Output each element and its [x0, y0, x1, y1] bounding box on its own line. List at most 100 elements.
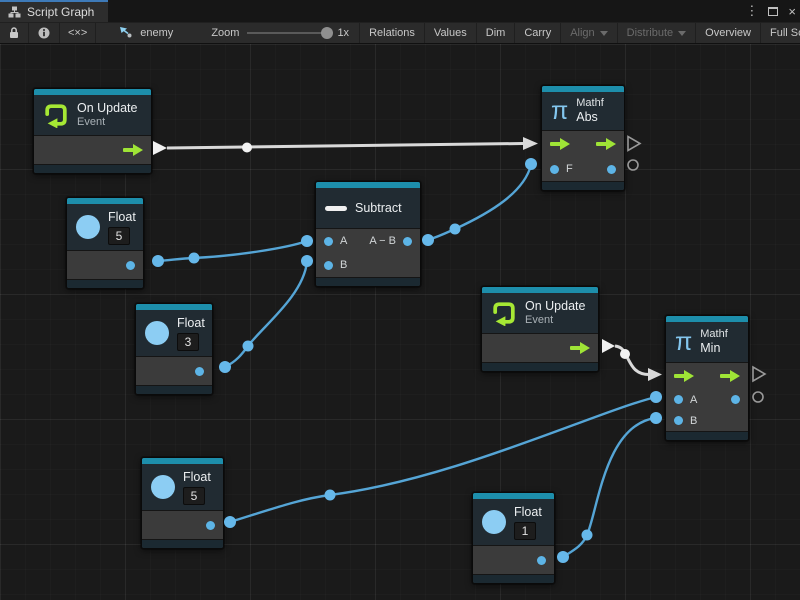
value-in-port-f[interactable]	[550, 165, 559, 174]
distribute-button[interactable]: Distribute	[617, 23, 695, 43]
port-label-b: B	[690, 415, 697, 427]
flow-out-port[interactable]	[123, 144, 143, 156]
tab-title: Script Graph	[27, 5, 94, 19]
flow-in-port[interactable]	[674, 370, 694, 382]
wire-float3-to-subtract-b[interactable]	[219, 255, 313, 373]
zoom-slider[interactable]	[247, 32, 329, 34]
flow-out-port[interactable]	[720, 370, 740, 382]
code-view-button[interactable]: <×>	[60, 23, 96, 43]
align-button[interactable]: Align	[560, 23, 616, 43]
value-out-port[interactable]	[537, 556, 546, 565]
value-in-port-a[interactable]	[674, 395, 683, 404]
abs-unconnected-flow-marker	[628, 137, 640, 151]
mathf-pi-icon: π	[551, 99, 568, 123]
node-mathf-min[interactable]: π Mathf Min A	[665, 315, 749, 441]
node-float-1[interactable]: Float 1	[472, 492, 555, 584]
flow-out-port[interactable]	[596, 138, 616, 150]
value-out-port[interactable]	[126, 261, 135, 270]
node-title: On Update	[77, 101, 137, 116]
value-in-port-a[interactable]	[324, 237, 333, 246]
loop-event-icon	[43, 102, 69, 128]
tab-bar: Script Graph ⋮ ×	[0, 0, 800, 22]
script-graph-window: Script Graph ⋮ × <×>	[0, 0, 800, 600]
float-type-icon	[76, 215, 100, 239]
node-float-5-bottom[interactable]: Float 5	[141, 457, 224, 549]
float-type-icon	[482, 510, 506, 534]
value-in-port-b[interactable]	[674, 416, 683, 425]
value-out-port[interactable]	[403, 237, 412, 246]
float-value-input[interactable]: 5	[183, 487, 205, 505]
node-title: Float	[177, 316, 205, 331]
node-footer	[67, 279, 143, 288]
node-float-5-top[interactable]: Float 5	[66, 197, 144, 289]
flow-out-port[interactable]	[570, 342, 590, 354]
node-footer	[482, 362, 598, 371]
min-unconnected-value-marker	[753, 392, 763, 402]
value-out-port[interactable]	[731, 395, 740, 404]
node-footer	[666, 431, 748, 440]
dim-button[interactable]: Dim	[476, 23, 515, 43]
lock-icon	[9, 27, 19, 39]
node-title: Subtract	[355, 201, 402, 216]
loop-event-icon	[491, 300, 517, 326]
node-subtitle: Event	[525, 314, 585, 327]
menu-kebab-icon[interactable]: ⋮	[745, 3, 758, 19]
values-button[interactable]: Values	[424, 23, 476, 43]
node-subtract[interactable]: Subtract A A − B B	[315, 181, 421, 287]
node-mathf-abs[interactable]: π Mathf Abs F	[541, 85, 625, 191]
float-value-input[interactable]: 5	[108, 227, 130, 245]
node-subtitle: Event	[77, 116, 137, 129]
wire-float5top-to-subtract-a[interactable]	[152, 235, 313, 267]
node-title: Float	[514, 505, 542, 520]
full-screen-button[interactable]: Full Screen	[760, 23, 800, 43]
port-label-a: A	[690, 394, 697, 406]
float-value-input[interactable]: 3	[177, 333, 199, 351]
wire-onupdate2-to-min[interactable]	[602, 339, 662, 381]
graph-name-selector[interactable]: enemy	[110, 23, 183, 43]
port-label-out: A − B	[369, 235, 396, 247]
value-out-port[interactable]	[607, 165, 616, 174]
value-in-port-b[interactable]	[324, 261, 333, 270]
overview-button[interactable]: Overview	[695, 23, 760, 43]
flow-in-port[interactable]	[550, 138, 570, 150]
abs-unconnected-value-marker	[628, 160, 638, 170]
float-value-input[interactable]: 1	[514, 522, 536, 540]
node-footer	[473, 574, 554, 583]
zoom-slider-handle[interactable]	[321, 27, 333, 39]
node-float-3[interactable]: Float 3	[135, 303, 213, 395]
carry-button[interactable]: Carry	[514, 23, 560, 43]
node-category: Mathf	[576, 97, 604, 110]
mathf-pi-icon: π	[675, 330, 692, 354]
float-type-icon	[145, 321, 169, 345]
node-footer	[542, 181, 624, 190]
wire-float1-to-min-b[interactable]	[557, 412, 662, 563]
value-out-port[interactable]	[195, 367, 204, 376]
window-controls: ⋮ ×	[745, 0, 796, 22]
graph-toolbar: <×> enemy Zoom 1x Relations Values Dim C…	[0, 22, 800, 44]
maximize-icon[interactable]	[768, 7, 778, 16]
subtract-icon	[325, 206, 347, 211]
wire-subtract-to-abs-f[interactable]	[422, 158, 537, 246]
node-footer	[34, 164, 151, 173]
value-out-port[interactable]	[206, 521, 215, 530]
float-type-icon	[151, 475, 175, 499]
info-icon	[38, 27, 50, 39]
wire-onupdate1-to-abs[interactable]	[153, 137, 538, 155]
node-title: Abs	[576, 110, 604, 125]
lock-button[interactable]	[0, 23, 29, 43]
inspect-button[interactable]	[29, 23, 60, 43]
graph-pointer-icon	[120, 27, 135, 40]
port-label-f: F	[566, 163, 573, 175]
tab-script-graph[interactable]: Script Graph	[0, 0, 108, 22]
relations-button[interactable]: Relations	[359, 23, 424, 43]
node-on-update-1[interactable]: On Update Event	[33, 88, 152, 174]
chevron-down-icon	[678, 31, 686, 36]
node-title: Float	[183, 470, 211, 485]
node-footer	[136, 385, 212, 394]
close-icon[interactable]: ×	[788, 4, 796, 19]
node-title: On Update	[525, 299, 585, 314]
node-on-update-2[interactable]: On Update Event	[481, 286, 599, 372]
port-label-a: A	[340, 235, 347, 247]
wire-float5bottom-to-min-a[interactable]	[224, 391, 662, 528]
graph-canvas[interactable]: On Update Event Float 5	[0, 44, 800, 600]
